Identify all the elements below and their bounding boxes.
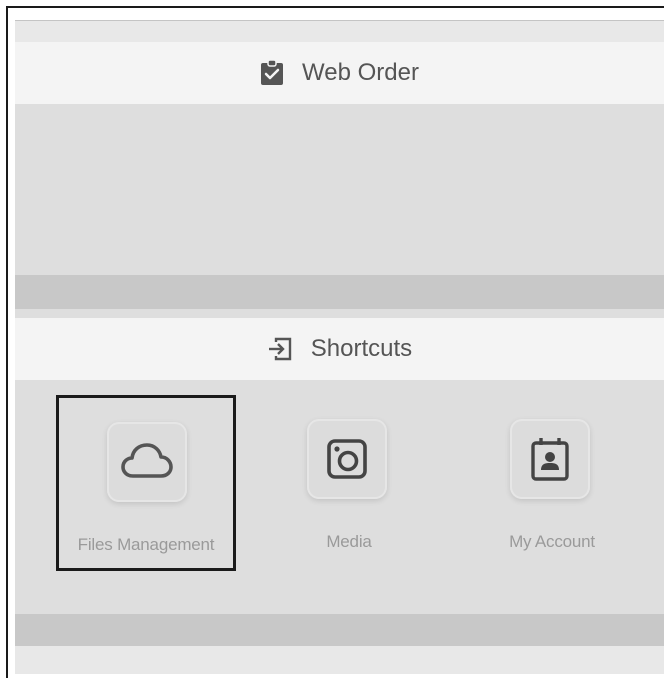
shortcuts-title: Shortcuts <box>310 335 413 362</box>
web-order-panel <box>15 104 664 275</box>
next-section-stub <box>15 646 664 674</box>
shortcut-label: Media <box>326 532 372 551</box>
app-content: Web Order Shortcuts <box>15 20 664 674</box>
section-separator <box>15 275 664 309</box>
top-strip <box>15 20 664 43</box>
shortcuts-header[interactable]: Shortcuts <box>15 318 664 380</box>
camera-icon <box>307 419 387 499</box>
shortcut-media[interactable]: Media <box>259 395 439 571</box>
shortcut-files-management[interactable]: Files Management <box>56 395 236 571</box>
clipboard-check-icon <box>260 60 284 86</box>
web-order-header[interactable]: Web Order <box>15 42 664 104</box>
contact-calendar-icon <box>510 419 590 499</box>
cloud-icon <box>107 422 187 502</box>
shortcut-my-account[interactable]: My Account <box>462 395 642 571</box>
shortcut-label: Files Management <box>77 535 215 554</box>
shortcut-label: My Account <box>509 532 595 551</box>
web-order-title: Web Order <box>302 59 419 86</box>
login-arrow-icon <box>267 336 293 362</box>
section-separator-bottom <box>15 614 664 646</box>
